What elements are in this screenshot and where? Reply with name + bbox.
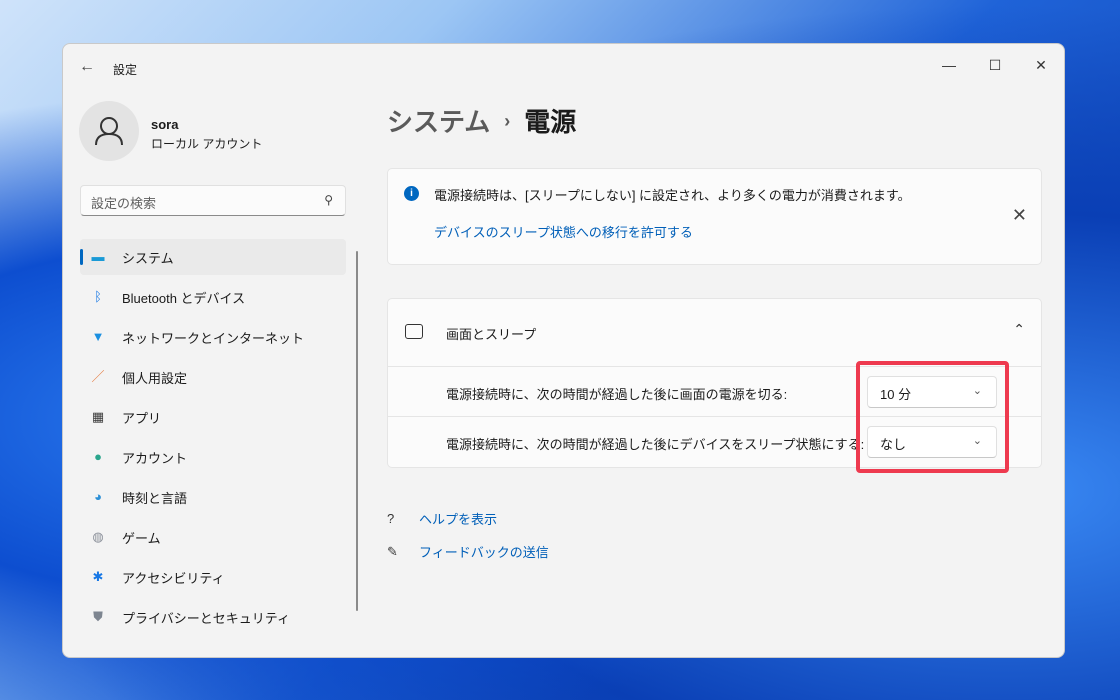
sidebar-item-label: ネットワークとインターネット	[122, 330, 305, 346]
sidebar-item[interactable]: ▼ ネットワークとインターネット	[80, 319, 346, 355]
screen-sleep-header[interactable]: 画面とスリープ ⌃	[388, 299, 1041, 367]
breadcrumb-separator: ›	[504, 111, 511, 131]
minimize-button[interactable]: —	[926, 50, 972, 80]
sidebar-item[interactable]: ⛊ プライバシーとセキュリティ	[80, 599, 346, 635]
close-button[interactable]: ✕	[1018, 50, 1064, 80]
feedback-label: フィードバックの送信	[419, 545, 549, 560]
sidebar-item-label: Bluetooth とデバイス	[122, 290, 246, 306]
app-title: 設定	[113, 63, 138, 77]
sidebar-item-label: アクセシビリティ	[122, 570, 225, 586]
sidebar-item[interactable]: ／ 個人用設定	[80, 359, 346, 395]
search-input[interactable]: 設定の検索 ⚲	[80, 185, 346, 216]
feedback-link[interactable]: ✎ フィードバックの送信	[387, 535, 549, 568]
sidebar-item-label: 時刻と言語	[122, 490, 188, 506]
help-link[interactable]: ? ヘルプを表示	[387, 502, 549, 535]
title-bar: ← 設定 — ☐ ✕	[63, 44, 1064, 88]
chevron-up-icon[interactable]: ⌃	[1013, 321, 1025, 338]
sidebar-item[interactable]: ▦ アプリ	[80, 399, 346, 435]
sidebar-item[interactable]: ◕ 時刻と言語	[80, 479, 346, 515]
info-icon: i	[404, 186, 419, 201]
search-icon: ⚲	[324, 193, 333, 207]
avatar[interactable]	[79, 101, 139, 161]
clock-globe-icon: ◕	[94, 489, 102, 504]
help-links: ? ヘルプを表示 ✎ フィードバックの送信	[387, 502, 549, 568]
section-title: 画面とスリープ	[446, 327, 537, 342]
help-label: ヘルプを表示	[419, 512, 498, 527]
back-button[interactable]: ←	[79, 58, 95, 76]
shield-icon: ⛊	[93, 609, 103, 624]
user-name: sora	[151, 117, 179, 132]
screen-off-label: 電源接続時に、次の時間が経過した後に画面の電源を切る:	[446, 387, 788, 402]
display-icon: ▬	[91, 249, 105, 264]
highlight-box	[856, 361, 1009, 473]
info-text: 電源接続時は、[スリープにしない] に設定され、より多くの電力が消費されます。	[434, 188, 911, 203]
brush-icon: ／	[91, 369, 105, 384]
sidebar-item[interactable]: ▬ システム	[80, 239, 346, 275]
page-title: 電源	[524, 107, 577, 137]
person-icon	[95, 117, 123, 146]
sidebar-item-label: システム	[122, 250, 174, 266]
sidebar-item[interactable]: ✱ アクセシビリティ	[80, 559, 346, 595]
gamepad-icon: ◍	[92, 529, 104, 544]
account-type: ローカル アカウント	[151, 137, 263, 151]
breadcrumb: システム › 電源	[387, 102, 576, 139]
apps-icon: ▦	[91, 409, 105, 424]
accessibility-icon: ✱	[92, 569, 104, 584]
info-banner: i 電源接続時は、[スリープにしない] に設定され、より多くの電力が消費されます…	[387, 168, 1042, 265]
sidebar-item-label: プライバシーとセキュリティ	[122, 610, 290, 626]
breadcrumb-parent[interactable]: システム	[387, 107, 490, 137]
wifi-icon: ▼	[91, 329, 105, 344]
sidebar-item-label: アプリ	[122, 410, 162, 426]
allow-sleep-link[interactable]: デバイスのスリープ状態への移行を許可する	[434, 222, 693, 241]
settings-window: ← 設定 — ☐ ✕ sora ローカル アカウント 設定の検索 ⚲ ▬ システム ᛒ…	[62, 43, 1065, 658]
sleep-label: 電源接続時に、次の時間が経過した後にデバイスをスリープ状態にする:	[446, 437, 865, 452]
bluetooth-icon: ᛒ	[94, 289, 102, 304]
sidebar-item[interactable]: ◍ ゲーム	[80, 519, 346, 555]
sidebar-item-label: 個人用設定	[122, 370, 188, 386]
search-placeholder: 設定の検索	[91, 196, 157, 211]
sidebar-scrollbar[interactable]	[356, 251, 358, 611]
sidebar-nav: ▬ システム ᛒ Bluetooth とデバイス ▼ ネットワークとインターネット ／ 個人用…	[80, 239, 346, 639]
dismiss-banner-button[interactable]: ✕	[1012, 205, 1027, 226]
screen-sleep-icon	[405, 324, 423, 339]
feedback-icon: ✎	[387, 543, 398, 559]
person-icon: ●	[94, 449, 102, 464]
help-icon: ?	[387, 511, 395, 526]
sidebar-item[interactable]: ● アカウント	[80, 439, 346, 475]
sidebar-item-label: ゲーム	[122, 530, 161, 546]
maximize-button[interactable]: ☐	[972, 50, 1018, 80]
sidebar-item-label: アカウント	[122, 450, 188, 466]
sidebar-item[interactable]: ᛒ Bluetooth とデバイス	[80, 279, 346, 315]
